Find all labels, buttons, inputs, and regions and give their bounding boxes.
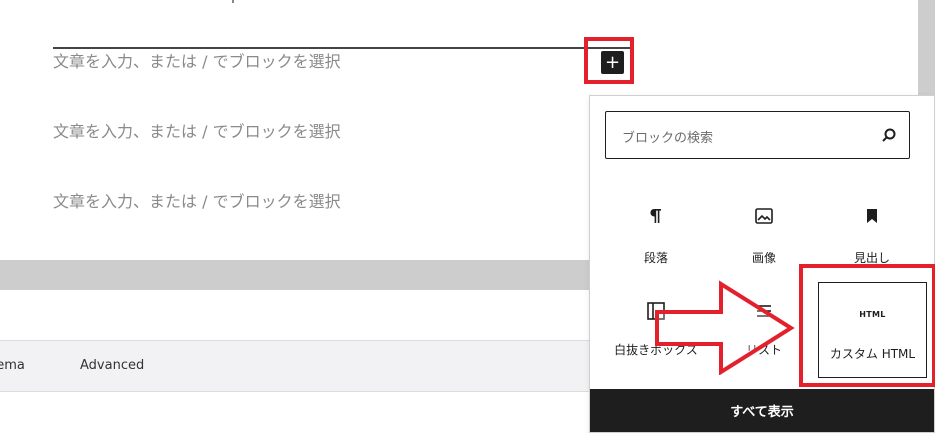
paragraph-block[interactable]: 文章を入力、または / でブロックを選択 [53, 122, 341, 142]
tab-advanced[interactable]: Advanced [80, 358, 144, 373]
paragraph-block[interactable]: 文章を入力、または / でブロックを選択 [53, 192, 341, 212]
bookmark-icon [867, 209, 877, 223]
caret-mark [232, 0, 234, 3]
search-icon [882, 128, 896, 142]
browse-all-button[interactable]: すべて表示 [590, 389, 934, 432]
selected-block-top-border [53, 47, 633, 49]
highlight-box-inserter [584, 37, 634, 84]
pilcrow-icon [650, 209, 661, 223]
block-label-paragraph: 段落 [643, 251, 668, 265]
image-icon [755, 208, 773, 224]
highlight-box-custom-html [799, 264, 935, 387]
paragraph-block[interactable]: 文章を入力、または / でブロックを選択 [53, 52, 341, 72]
search-placeholder: ブロックの検索 [622, 131, 714, 146]
tab-schema[interactable]: hema [0, 358, 25, 373]
red-arrow-annotation [655, 280, 795, 375]
block-search-input[interactable]: ブロックの検索 [605, 111, 910, 159]
